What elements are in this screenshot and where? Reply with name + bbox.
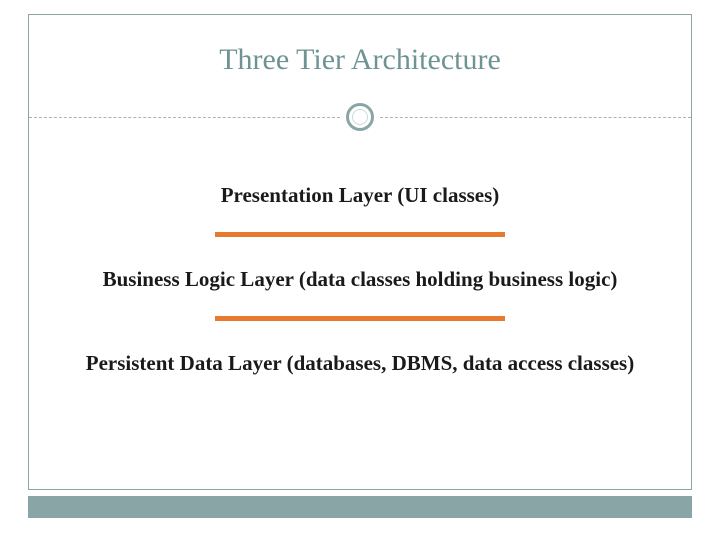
title-divider xyxy=(29,103,691,131)
dashed-line-right xyxy=(380,117,691,118)
dashed-line-left xyxy=(29,117,340,118)
footer-bar xyxy=(28,496,692,518)
slide-title: Three Tier Architecture xyxy=(29,43,691,77)
separator-rule-2 xyxy=(215,316,505,321)
persistent-layer-label: Persistent Data Layer (databases, DBMS, … xyxy=(69,351,651,376)
separator-rule-1 xyxy=(215,232,505,237)
slide-frame: Three Tier Architecture Presentation Lay… xyxy=(28,14,692,490)
presentation-layer-label: Presentation Layer (UI classes) xyxy=(69,183,651,208)
business-layer-label: Business Logic Layer (data classes holdi… xyxy=(69,267,651,292)
content-area: Presentation Layer (UI classes) Business… xyxy=(69,165,651,394)
circle-ornament-icon xyxy=(346,103,374,131)
